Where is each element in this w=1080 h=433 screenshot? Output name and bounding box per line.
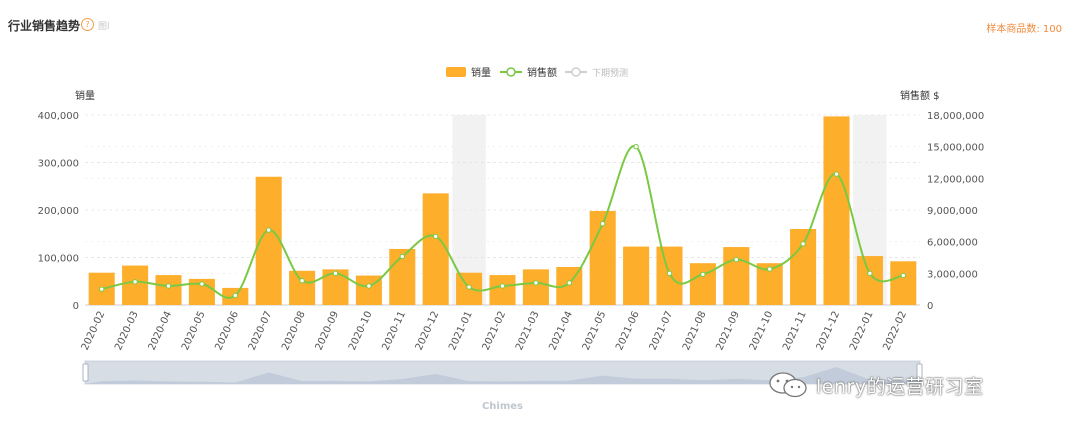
bar-sales-volume[interactable] bbox=[723, 247, 750, 305]
x-tick-label: 2021-11 bbox=[781, 310, 809, 353]
line-point-sales-amount[interactable] bbox=[733, 256, 739, 263]
x-tick-label: 2021-10 bbox=[748, 310, 776, 353]
watermark: lenry的运营研习室 bbox=[768, 370, 984, 400]
sample-count-label: 样本商品数: 100 bbox=[986, 24, 1062, 35]
y-left-axis-title: 销量 bbox=[75, 89, 95, 102]
x-tick-label: 2021-01 bbox=[447, 310, 475, 353]
line-point-sales-amount[interactable] bbox=[800, 241, 806, 247]
x-tick-label: 2020-04 bbox=[147, 310, 175, 353]
line-point-sales-amount[interactable] bbox=[566, 280, 572, 286]
y-left-tick-label: 100,000 bbox=[38, 254, 79, 265]
y-right-tick-label: 0 bbox=[927, 301, 933, 312]
y-right-axis-title: 销售额 $ bbox=[900, 89, 940, 102]
x-tick-label: 2021-03 bbox=[514, 310, 542, 353]
line-point-sales-amount[interactable] bbox=[700, 271, 706, 278]
chart-header: 行业销售趋势 ? 图l 样本商品数: 100 bbox=[0, 0, 1080, 50]
line-point-sales-amount[interactable] bbox=[232, 292, 239, 299]
x-tick-label: 2020-02 bbox=[80, 310, 108, 353]
line-point-sales-amount[interactable] bbox=[366, 283, 372, 289]
line-point-sales-amount[interactable] bbox=[132, 279, 138, 285]
line-point-sales-amount[interactable] bbox=[199, 281, 205, 287]
line-point-sales-amount[interactable] bbox=[433, 233, 439, 240]
x-tick-label: 2020-07 bbox=[247, 310, 275, 353]
y-left-tick-label: 0 bbox=[73, 301, 79, 312]
wechat-icon bbox=[769, 372, 807, 398]
line-point-sales-amount[interactable] bbox=[600, 221, 606, 227]
line-point-sales-amount[interactable] bbox=[666, 270, 673, 277]
legend-label-sales-amount[interactable]: 销售额 bbox=[527, 66, 557, 79]
y-right-tick-label: 12,000,000 bbox=[927, 174, 984, 185]
x-tick-label: 2020-05 bbox=[180, 310, 208, 353]
legend-marker-sales-amount bbox=[506, 67, 516, 77]
line-point-sales-amount[interactable] bbox=[533, 280, 539, 286]
y-left-tick-label: 300,000 bbox=[38, 159, 79, 170]
line-point-sales-amount[interactable] bbox=[399, 253, 405, 260]
line-point-sales-amount[interactable] bbox=[633, 143, 639, 150]
y-right-tick-label: 9,000,000 bbox=[927, 206, 978, 217]
x-tick-label: 2021-12 bbox=[815, 310, 843, 353]
legend-marker-forecast bbox=[571, 67, 581, 77]
bar-sales-volume[interactable] bbox=[790, 229, 817, 305]
x-tick-label: 2021-08 bbox=[681, 310, 709, 353]
line-point-sales-amount[interactable] bbox=[833, 171, 840, 177]
x-tick-label: 2021-05 bbox=[581, 310, 609, 353]
x-tick-label: 2021-04 bbox=[547, 310, 575, 353]
title-tag: 图l bbox=[98, 22, 110, 32]
y-right-tick-label: 18,000,000 bbox=[927, 111, 984, 122]
x-tick-label: 2020-10 bbox=[347, 310, 375, 353]
line-point-sales-amount[interactable] bbox=[499, 283, 506, 289]
bar-sales-volume[interactable] bbox=[689, 263, 716, 305]
line-point-sales-amount[interactable] bbox=[266, 227, 272, 233]
watermark-text: lenry的运营研习室 bbox=[816, 375, 984, 398]
bar-sales-volume[interactable] bbox=[823, 116, 850, 305]
legend-swatch-sales-volume[interactable] bbox=[446, 67, 466, 77]
y-right-tick-label: 15,000,000 bbox=[927, 143, 984, 154]
y-right-tick-label: 3,000,000 bbox=[927, 269, 978, 280]
line-point-sales-amount[interactable] bbox=[867, 270, 873, 277]
y-left-tick-label: 200,000 bbox=[38, 206, 79, 217]
x-tick-label: 2021-07 bbox=[648, 310, 676, 353]
bar-sales-volume[interactable] bbox=[122, 265, 149, 305]
x-tick-label: 2021-06 bbox=[614, 310, 642, 353]
x-tick-label: 2020-06 bbox=[213, 310, 241, 353]
bar-sales-volume[interactable] bbox=[522, 269, 549, 305]
bar-sales-volume[interactable] bbox=[289, 270, 316, 305]
x-tick-label: 2020-08 bbox=[280, 310, 308, 353]
line-point-sales-amount[interactable] bbox=[900, 272, 906, 279]
line-point-sales-amount[interactable] bbox=[299, 278, 305, 284]
x-tick-label: 2020-03 bbox=[113, 310, 141, 353]
zoom-handle-left[interactable] bbox=[82, 363, 89, 382]
x-tick-label: 2021-09 bbox=[714, 310, 742, 353]
line-point-sales-amount[interactable] bbox=[767, 266, 773, 272]
x-tick-label: 2020-09 bbox=[314, 310, 342, 353]
x-tick-label: 2022-02 bbox=[881, 310, 909, 353]
bar-sales-volume[interactable] bbox=[890, 261, 917, 305]
line-point-sales-amount[interactable] bbox=[99, 286, 105, 292]
bar-sales-volume[interactable] bbox=[422, 193, 449, 305]
x-tick-label: 2022-01 bbox=[848, 310, 876, 353]
legend-label-forecast[interactable]: 下期预测 bbox=[592, 68, 628, 79]
line-point-sales-amount[interactable] bbox=[165, 283, 172, 289]
y-right-tick-label: 6,000,000 bbox=[927, 238, 978, 249]
zoom-brush-label: Chimes bbox=[482, 401, 523, 412]
x-tick-label: 2020-12 bbox=[414, 310, 442, 353]
bar-sales-volume[interactable] bbox=[623, 246, 650, 305]
y-left-tick-label: 400,000 bbox=[38, 111, 79, 122]
bar-sales-volume[interactable] bbox=[489, 275, 516, 305]
page-title: 行业销售趋势 bbox=[8, 19, 81, 33]
x-tick-label: 2020-11 bbox=[380, 310, 408, 353]
x-tick-label: 2021-02 bbox=[481, 310, 509, 353]
bar-sales-volume[interactable] bbox=[155, 275, 182, 305]
line-point-sales-amount[interactable] bbox=[332, 270, 339, 277]
line-point-sales-amount[interactable] bbox=[466, 284, 472, 290]
help-icon[interactable]: ? bbox=[81, 18, 94, 31]
legend-label-sales-volume[interactable]: 销量 bbox=[471, 66, 491, 79]
